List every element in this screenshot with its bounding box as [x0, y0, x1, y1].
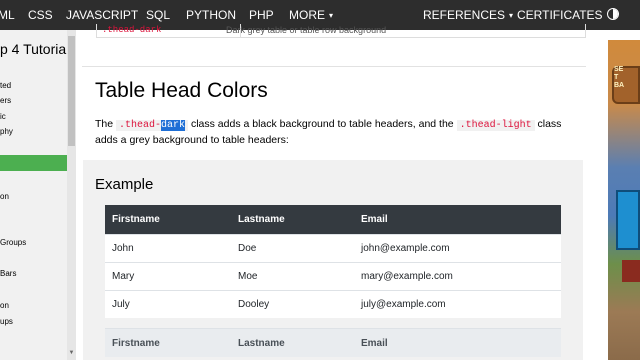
section-heading: Table Head Colors — [95, 79, 268, 102]
table-cell: john@example.com — [361, 243, 450, 254]
previous-row-text: Dark grey table or table row background — [226, 25, 387, 35]
sidebar-item[interactable]: ic — [0, 112, 6, 121]
header-cell: Email — [361, 214, 388, 225]
table-cell: mary@example.com — [361, 271, 453, 282]
sidebar-item[interactable]: Bars — [0, 269, 16, 278]
desc-text: class adds a black background to table h… — [188, 118, 457, 130]
sidebar-item[interactable]: Groups — [0, 238, 26, 247]
header-cell: Lastname — [238, 214, 285, 225]
code-thead-light: .thead-light — [456, 120, 535, 131]
dark-mode-toggle-icon[interactable] — [607, 8, 619, 20]
header-cell: Firstname — [112, 337, 160, 349]
sidebar: p 4 Tutorial ted ers ic phy on Groups Ba… — [0, 30, 76, 360]
nav-css[interactable]: CSS — [28, 0, 53, 30]
table-row: John Doe john@example.com — [105, 234, 561, 262]
ad-box — [622, 260, 640, 282]
table-cell: july@example.com — [361, 299, 446, 310]
ad-sign-text: SE T BA — [614, 66, 625, 89]
chevron-down-icon: ▾ — [509, 11, 514, 20]
example-box: Example Firstname Lastname Email John Do… — [83, 160, 583, 360]
table-cell: John — [112, 243, 134, 254]
advertisement[interactable]: SE T BA — [598, 30, 640, 360]
previous-row-code: .thead-dark — [102, 25, 162, 35]
code-thead-dark: .thead-dark — [116, 120, 189, 131]
desc-text: The — [95, 118, 117, 130]
main-content: .thead-dark Dark grey table or table row… — [76, 24, 598, 360]
nav-references-label: REFERENCES — [423, 8, 506, 22]
sidebar-item[interactable]: ted — [0, 81, 11, 90]
sidebar-title: p 4 Tutorial — [0, 41, 70, 57]
table-header-dark: Firstname Lastname Email — [105, 205, 561, 234]
example-title: Example — [95, 176, 154, 193]
scroll-down-icon[interactable]: ▼ — [67, 350, 76, 356]
table-row: July Dooley july@example.com — [105, 290, 561, 318]
example-table: Firstname Lastname Email John Doe john@e… — [105, 205, 561, 357]
table-cell: July — [112, 299, 130, 310]
table-header-light: Firstname Lastname Email — [105, 328, 561, 357]
sidebar-item[interactable]: ups — [0, 317, 13, 326]
nav-more-label: MORE — [289, 8, 325, 22]
table-cell: Dooley — [238, 299, 270, 310]
sidebar-item-active[interactable] — [0, 155, 67, 171]
ad-tower — [616, 190, 640, 250]
sidebar-item[interactable]: on — [0, 301, 9, 310]
nav-html[interactable]: ML — [0, 0, 15, 30]
table-gap — [105, 318, 561, 328]
table-cell: Moe — [238, 271, 258, 282]
description: The .thead-dark class adds a black backg… — [95, 117, 575, 148]
table-cell: Mary — [112, 271, 135, 282]
sidebar-item[interactable]: on — [0, 192, 9, 201]
sidebar-item[interactable]: phy — [0, 127, 13, 136]
selected-text: dark — [161, 120, 186, 131]
divider — [82, 66, 586, 67]
chevron-down-icon: ▾ — [329, 11, 334, 20]
header-cell: Email — [361, 337, 388, 349]
table-row: Mary Moe mary@example.com — [105, 262, 561, 290]
table-cell: Doe — [238, 243, 257, 254]
sidebar-scrollbar-thumb[interactable] — [68, 36, 75, 146]
code-text: .thead- — [119, 120, 162, 131]
header-cell: Lastname — [238, 337, 285, 349]
header-cell: Firstname — [112, 214, 160, 225]
sidebar-item[interactable]: ers — [0, 96, 11, 105]
